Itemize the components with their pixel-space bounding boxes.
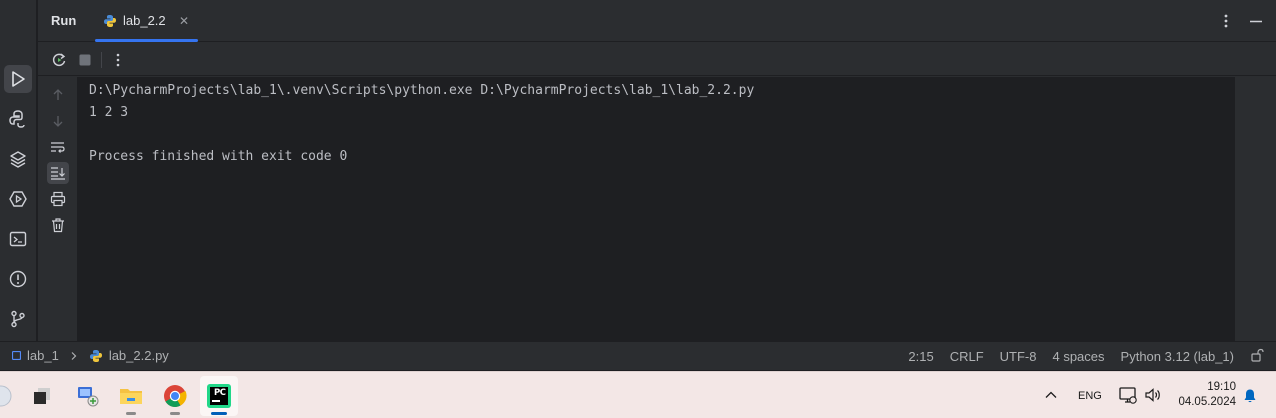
console-output[interactable]: D:\PycharmProjects\lab_1\.venv\Scripts\p… (78, 77, 1235, 341)
tool-window-strip (0, 0, 37, 341)
python-packages-button[interactable] (4, 105, 32, 133)
rerun-button[interactable] (48, 49, 70, 71)
task-view-icon (34, 388, 50, 404)
chrome-button[interactable] (156, 376, 194, 416)
chevron-right-icon (71, 351, 77, 360)
network-app-icon (78, 387, 99, 407)
clock-time: 19:10 (1207, 381, 1236, 393)
toolbar-more-button[interactable] (107, 49, 129, 71)
services-button[interactable] (4, 185, 32, 213)
stop-button[interactable] (74, 49, 96, 71)
trash-icon (52, 218, 64, 233)
start-icon (0, 385, 12, 407)
explorer-app-button[interactable] (69, 376, 107, 416)
indent-settings[interactable]: 4 spaces (1052, 349, 1104, 364)
run-toolbar (38, 43, 1276, 76)
arrow-up-icon (53, 89, 63, 100)
network-icon[interactable] (1118, 385, 1138, 408)
python-interpreter[interactable]: Python 3.12 (lab_1) (1121, 349, 1234, 364)
console-line: Process finished with exit code 0 (89, 149, 348, 164)
console-line: D:\PycharmProjects\lab_1\.venv\Scripts\p… (89, 83, 755, 98)
problems-button[interactable] (4, 265, 32, 293)
folder-icon (120, 389, 142, 404)
input-language[interactable]: ENG (1078, 390, 1102, 402)
run-tool-window: Run lab_2.2 ✕ D:\PycharmProjects\lab_1\.… (38, 0, 1276, 341)
running-indicator (126, 412, 136, 415)
clock-date: 04.05.2024 (1178, 396, 1236, 408)
layers-icon (10, 151, 26, 168)
arrow-down-icon (53, 116, 63, 127)
python-icon (104, 14, 116, 27)
chevron-up-icon (1045, 391, 1057, 398)
clear-all-button[interactable] (47, 214, 69, 236)
tab-selected-indicator (95, 39, 198, 42)
toolbar-separator (101, 52, 102, 68)
git-button[interactable] (4, 305, 32, 333)
caret-position[interactable]: 2:15 (908, 349, 933, 364)
run-icon (12, 71, 25, 87)
file-explorer-button[interactable] (112, 376, 150, 416)
scroll-to-end-button[interactable] (47, 162, 69, 184)
more-vertical-icon (116, 53, 120, 67)
breadcrumb-project[interactable]: lab_1 (27, 348, 59, 363)
notification-bell-icon[interactable] (1242, 388, 1258, 407)
line-separator[interactable]: CRLF (950, 349, 984, 364)
clock[interactable]: 19:10 04.05.2024 (1170, 380, 1236, 410)
show-hidden-icons-button[interactable] (1044, 388, 1058, 405)
terminal-icon (9, 231, 27, 247)
status-bar: lab_1 lab_2.2.py 2:15 CRLF UTF-8 4 space… (0, 341, 1276, 370)
python-file-icon (89, 349, 102, 362)
more-options-icon[interactable] (1218, 12, 1234, 30)
tab-label: lab_2.2 (123, 13, 166, 28)
git-branch-icon (11, 310, 25, 328)
console-side-toolbar (38, 77, 78, 341)
minimize-icon[interactable] (1248, 12, 1264, 30)
pycharm-label: PC (214, 388, 226, 398)
pycharm-button[interactable]: PC (200, 376, 238, 416)
lock-icon[interactable] (1250, 348, 1264, 365)
run-tool-button[interactable] (4, 65, 32, 93)
print-icon (50, 191, 66, 207)
start-button[interactable] (0, 376, 20, 416)
breadcrumb: lab_1 lab_2.2.py (12, 348, 169, 363)
file-encoding[interactable]: UTF-8 (1000, 349, 1037, 364)
run-title: Run (51, 13, 77, 28)
scroll-to-end-icon (51, 167, 65, 180)
volume-icon[interactable] (1144, 386, 1162, 407)
windows-taskbar: PC ENG 19:10 04.05.2024 (0, 371, 1276, 418)
soft-wrap-button[interactable] (47, 136, 69, 158)
active-indicator (211, 412, 227, 415)
print-button[interactable] (47, 188, 69, 210)
scroll-up-button[interactable] (47, 84, 69, 106)
module-icon (12, 351, 21, 360)
console-scroll-gutter (1235, 77, 1276, 341)
breadcrumb-file[interactable]: lab_2.2.py (109, 348, 169, 363)
terminal-button[interactable] (4, 225, 32, 253)
python-console-icon (9, 110, 25, 128)
chrome-icon (164, 385, 187, 407)
running-indicator (170, 412, 180, 415)
status-widgets: 2:15 CRLF UTF-8 4 spaces Python 3.12 (la… (908, 348, 1276, 365)
rerun-icon (52, 53, 66, 67)
console-line: 1 2 3 (89, 105, 129, 120)
stop-icon (79, 54, 91, 66)
scroll-down-button[interactable] (47, 110, 69, 132)
services-icon (9, 191, 27, 207)
run-header: Run lab_2.2 ✕ (38, 0, 1276, 42)
close-icon[interactable]: ✕ (179, 14, 189, 28)
problems-icon (9, 270, 27, 288)
task-view-button[interactable] (23, 376, 61, 416)
soft-wrap-icon (51, 142, 65, 153)
tab-lab-2-2[interactable]: lab_2.2 ✕ (95, 0, 198, 42)
layers-button[interactable] (4, 145, 32, 173)
